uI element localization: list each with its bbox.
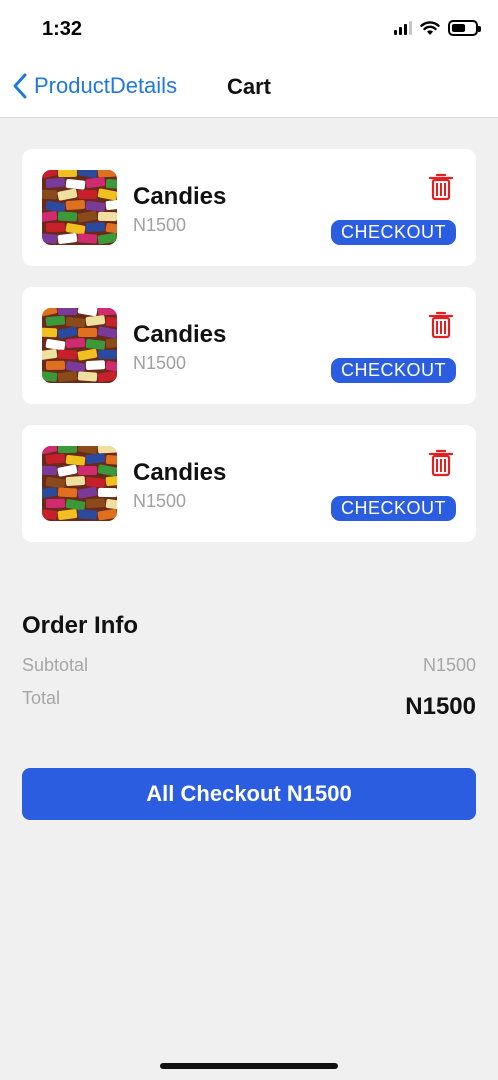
battery-icon (448, 20, 481, 36)
status-icons (394, 20, 481, 36)
total-label: Total (22, 688, 61, 708)
product-image (42, 308, 117, 383)
checkout-button[interactable]: CHECKOUT (331, 358, 456, 383)
cart-item: Candies N1500 CHECKOUT (22, 425, 476, 542)
trash-icon[interactable] (426, 171, 456, 201)
trash-icon[interactable] (426, 309, 456, 339)
chevron-left-icon (13, 73, 27, 99)
signal-icon (394, 21, 412, 35)
back-button[interactable]: ProductDetails (10, 72, 177, 100)
checkout-button[interactable]: CHECKOUT (331, 220, 456, 245)
total-value: N1500 (405, 693, 476, 720)
order-info-title: Order Info (22, 612, 139, 639)
item-price: N1500 (133, 215, 187, 235)
cart-item: Candies N1500 CHECKOUT (22, 287, 476, 404)
back-label: ProductDetails (34, 73, 178, 98)
cart-item: Candies N1500 CHECKOUT (22, 149, 476, 266)
header: 1:32 ProductDetails Cart (0, 0, 498, 118)
home-indicator (160, 1063, 338, 1069)
subtotal-label: Subtotal (22, 655, 89, 675)
item-name: Candies (133, 459, 227, 486)
checkout-button[interactable]: CHECKOUT (331, 496, 456, 521)
product-image (42, 446, 117, 521)
page-title: Cart (227, 74, 272, 99)
status-time: 1:32 (42, 18, 83, 40)
item-name: Candies (133, 321, 227, 348)
subtotal-value: N1500 (422, 655, 476, 675)
wifi-icon (420, 20, 440, 35)
all-checkout-button[interactable]: All Checkout N1500 (22, 768, 476, 820)
trash-icon[interactable] (426, 447, 456, 477)
product-image (42, 170, 117, 245)
item-price: N1500 (133, 353, 187, 373)
item-price: N1500 (133, 491, 187, 511)
item-name: Candies (133, 183, 227, 210)
